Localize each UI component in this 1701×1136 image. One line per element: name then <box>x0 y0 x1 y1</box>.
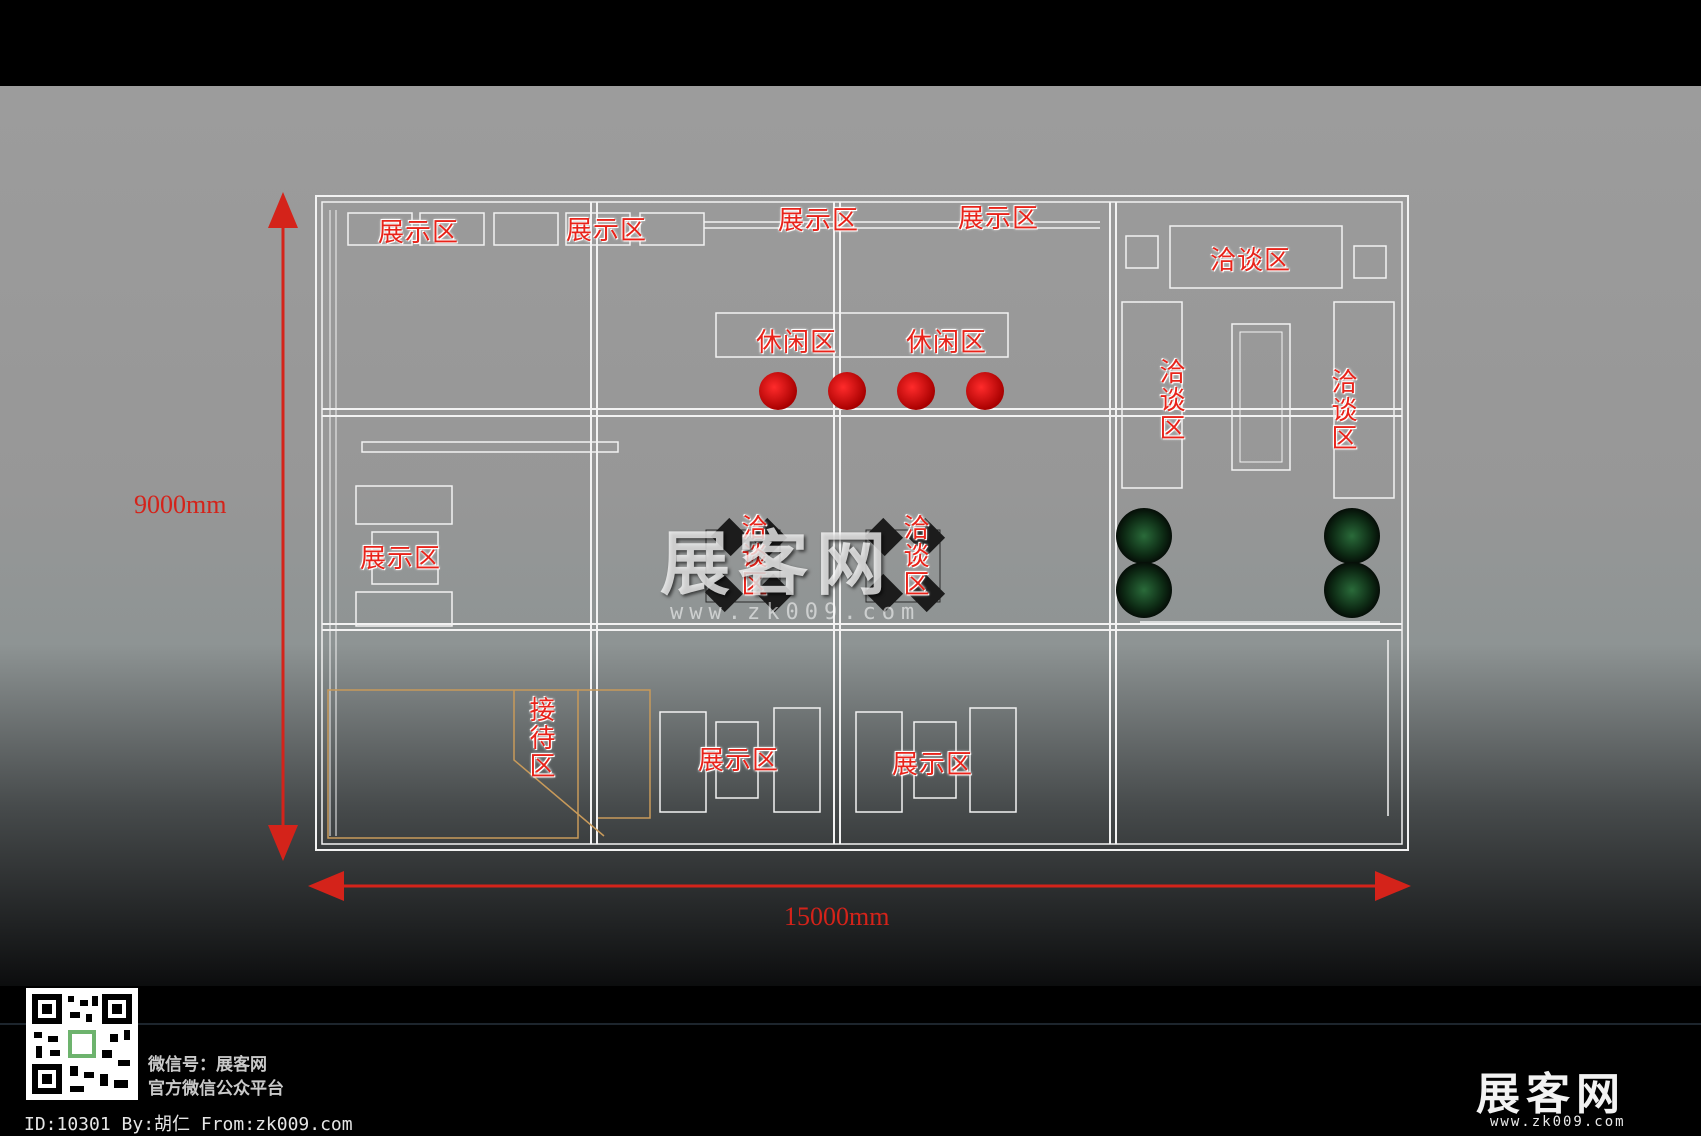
watermark-url: www.zk009.com <box>670 600 921 625</box>
width-dimension-label: 15000mm <box>784 902 890 931</box>
zone-label-display-top-4: 展示区 <box>958 204 1040 234</box>
zone-label-leisure-2: 休闲区 <box>906 328 988 358</box>
zone-label-negotiation-center-2: 洽谈区 <box>899 514 929 598</box>
zone-label-display-top-3: 展示区 <box>778 206 860 236</box>
footer-id-line: ID:10301 By:胡仁 From:zk009.com <box>24 1114 353 1135</box>
footer-platform-line: 官方微信公众平台 <box>148 1079 284 1099</box>
zone-label-display-top-2: 展示区 <box>566 216 648 246</box>
zone-label-negotiation-right-inner: 洽谈区 <box>1155 358 1185 442</box>
height-dimension-label: 9000mm <box>134 490 227 519</box>
footer-logo-url: www.zk009.com <box>1490 1114 1626 1130</box>
watermark-brand: 展客网 <box>660 522 894 605</box>
footer-logo-text: 展客网 <box>1476 1069 1626 1120</box>
footer-wechat-line: 微信号：展客网 <box>148 1055 267 1075</box>
zone-label-display-bottom-1: 展示区 <box>698 746 780 776</box>
zone-label-reception: 接待区 <box>525 696 555 780</box>
zone-label-display-left: 展示区 <box>360 544 442 574</box>
qr-code <box>26 988 138 1100</box>
zone-label-display-bottom-2: 展示区 <box>892 750 974 780</box>
zone-label-negotiation-right-outer: 洽谈区 <box>1327 368 1357 452</box>
zone-label-negotiation-top-right: 洽谈区 <box>1210 246 1292 276</box>
zone-label-display-top-1: 展示区 <box>378 218 460 248</box>
zone-label-leisure-1: 休闲区 <box>756 328 838 358</box>
